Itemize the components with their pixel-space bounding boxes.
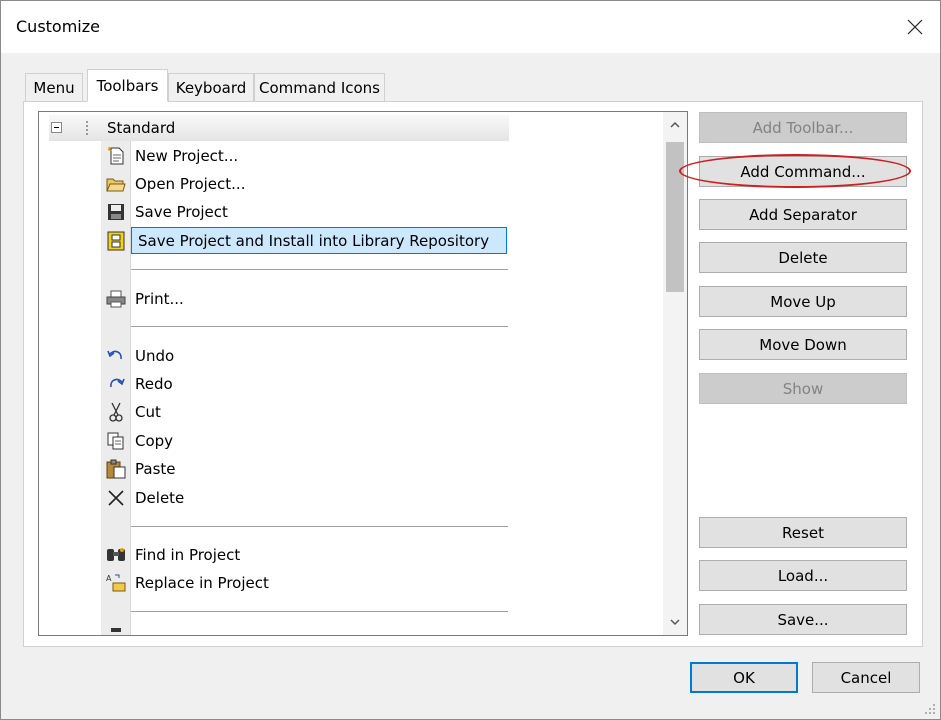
customize-dialog: Customize Menu Toolbars Keyboard Command… [0, 0, 941, 720]
delete-x-icon [101, 484, 131, 511]
item-label: Replace in Project [135, 573, 269, 592]
scroll-thumb[interactable] [666, 142, 684, 292]
list-item[interactable]: Open Project... [101, 170, 511, 197]
resize-grip-icon[interactable] [924, 703, 936, 715]
drag-grip-icon [86, 121, 88, 135]
toolbar-header-standard[interactable]: Standard [49, 115, 509, 141]
list-item[interactable]: A Replace in Project [101, 569, 511, 596]
item-label: Cut [135, 402, 161, 421]
dialog-title: Customize [16, 17, 100, 36]
list-item-selected[interactable]: Save Project and Install into Library Re… [101, 227, 511, 254]
list-item[interactable]: Delete [101, 484, 511, 511]
collapse-toggle-icon[interactable] [51, 122, 62, 133]
chevron-down-icon [670, 619, 680, 626]
move-down-button[interactable]: Move Down [699, 329, 907, 360]
cancel-button[interactable]: Cancel [812, 662, 920, 693]
list-item[interactable]: Copy [101, 427, 511, 454]
item-label: Redo [135, 374, 173, 393]
item-label: Find in Project [135, 545, 241, 564]
add-separator-button[interactable]: Add Separator [699, 199, 907, 230]
close-icon [907, 19, 923, 35]
item-label: Save Project [135, 202, 228, 221]
item-label: Copy [135, 431, 174, 450]
separator [131, 326, 508, 327]
copy-icon [101, 427, 131, 454]
load-button[interactable]: Load... [699, 560, 907, 591]
tab-keyboard[interactable]: Keyboard [168, 73, 254, 101]
add-toolbar-button[interactable]: Add Toolbar... [699, 112, 907, 143]
tab-menu[interactable]: Menu [25, 73, 83, 101]
list-item[interactable]: Undo [101, 342, 511, 369]
list-item[interactable]: Find in Project [101, 541, 511, 568]
item-label: Print... [135, 289, 184, 308]
save-disk-icon [101, 198, 131, 225]
toolbar-command-list[interactable]: Standard New Project... Open Project... … [38, 111, 688, 636]
item-label: Open Project... [135, 174, 246, 193]
open-folder-icon [101, 170, 131, 197]
item-label: Delete [135, 488, 185, 507]
list-item[interactable]: Cut [101, 398, 511, 425]
item-label: Save Project and Install into Library Re… [131, 227, 507, 254]
show-button[interactable]: Show [699, 373, 907, 404]
title-bar: Customize [1, 1, 940, 53]
partial-next-icon [111, 628, 121, 632]
toolbar-name: Standard [107, 119, 176, 137]
separator [131, 269, 508, 270]
scroll-up-arrow[interactable] [663, 112, 687, 138]
chevron-up-icon [670, 121, 680, 128]
move-up-button[interactable]: Move Up [699, 286, 907, 317]
reset-button[interactable]: Reset [699, 517, 907, 548]
replace-icon: A [101, 569, 131, 596]
separator [131, 611, 508, 612]
annotation-highlight-ellipse [679, 154, 911, 188]
list-item[interactable]: Redo [101, 370, 511, 397]
library-install-icon [101, 227, 131, 254]
separator [131, 526, 508, 527]
tab-toolbars[interactable]: Toolbars [87, 69, 168, 102]
binoculars-icon [101, 541, 131, 568]
item-label: New Project... [135, 146, 239, 165]
scroll-down-arrow[interactable] [663, 609, 687, 635]
undo-icon [101, 342, 131, 369]
item-label: Undo [135, 346, 175, 365]
list-item[interactable]: Paste [101, 455, 511, 482]
list-item[interactable]: Print... [101, 285, 511, 312]
close-button[interactable] [891, 9, 939, 45]
delete-button[interactable]: Delete [699, 242, 907, 273]
svg-text:A: A [106, 574, 112, 583]
redo-icon [101, 370, 131, 397]
list-scrollbar[interactable] [663, 112, 687, 635]
ok-button[interactable]: OK [690, 662, 798, 693]
tab-command-icons[interactable]: Command Icons [254, 73, 385, 101]
printer-icon [101, 285, 131, 312]
list-item[interactable]: Save Project [101, 198, 511, 225]
scissors-icon [101, 398, 131, 425]
list-item[interactable]: New Project... [101, 142, 511, 169]
new-project-icon [101, 142, 131, 169]
item-label: Paste [135, 459, 176, 478]
paste-icon [101, 455, 131, 482]
save-button[interactable]: Save... [699, 604, 907, 635]
